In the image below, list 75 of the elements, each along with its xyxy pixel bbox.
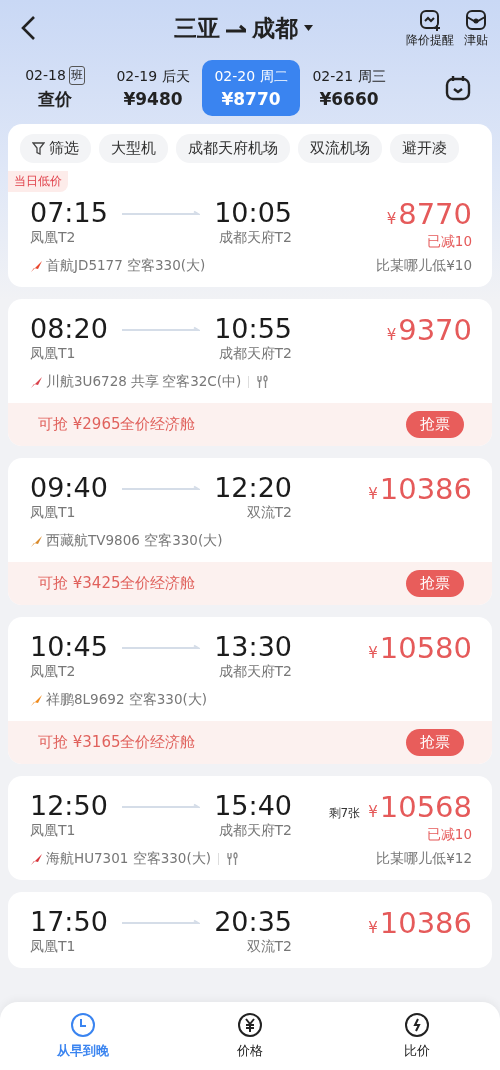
departure-time: 12:50 (30, 790, 108, 821)
departure-time: 08:20 (30, 313, 108, 344)
departure-terminal: 凤凰T2 (30, 663, 76, 681)
filter-chip[interactable]: 成都天府机场 (176, 134, 290, 163)
arrival-terminal: 双流T2 (246, 938, 292, 956)
arrival-terminal: 双流T2 (246, 504, 292, 522)
arrival-time: 12:20 (214, 472, 292, 503)
date-tab[interactable]: 02-20 周二 ¥8770 (202, 60, 300, 116)
filter-icon (32, 141, 45, 156)
header-action[interactable]: 津贴 (464, 7, 488, 49)
header-action[interactable]: 降价提醒 (406, 7, 454, 49)
arrival-time: 10:55 (214, 313, 292, 344)
arrival-terminal: 成都天府T2 (218, 229, 292, 247)
flight-price: ¥8770 (386, 197, 472, 231)
departure-terminal: 凤凰T1 (30, 504, 76, 522)
promo-text: 可抢 ¥3425全价经济舱 (38, 574, 196, 593)
departure-terminal: 凤凰T1 (30, 822, 76, 840)
arrival-terminal: 成都天府T2 (218, 822, 292, 840)
price-comparison: 比某哪儿低¥12 (376, 850, 472, 868)
zigzag-icon (403, 1012, 430, 1038)
departure-time: 09:40 (30, 472, 108, 503)
flight-info: 海航HU7301 空客330(大) (46, 850, 211, 868)
flight-card[interactable]: 08:20 10:55 凤凰T1 成都天府T2 川航3U6728 共享 空客32C(中) ¥9370 可抢 ¥2965全价经济舱 抢票 (8, 299, 492, 446)
departure-terminal: 凤凰T2 (30, 229, 76, 247)
flight-info: 首航JD5177 空客330(大) (46, 257, 206, 275)
flight-card[interactable]: 09:40 12:20 凤凰T1 双流T2 西藏航TV9806 空客330(大) ¥10386 可抢 ¥3425全价经济舱 抢票 (8, 458, 492, 605)
sort-tab[interactable]: 价格 (190, 1011, 310, 1061)
flight-card[interactable]: 17:50 20:35 凤凰T1 双流T2 ¥10386 (8, 892, 492, 968)
sort-tab[interactable]: 比价 (356, 1011, 477, 1061)
flight-price: ¥9370 (386, 313, 472, 347)
flight-info: 祥鹏8L9692 空客330(大) (46, 691, 208, 709)
flight-card[interactable]: 筛选 大型机 成都天府机场 双流机场 避开凌 当日低价 07:15 10:05 凤凰T2 成都天府T2 首航JD5177 空客330(大) ¥8770 已减10 比某哪儿低¥10 (8, 124, 492, 287)
arrival-time: 15:40 (214, 790, 292, 821)
price-chart-icon (418, 7, 442, 32)
seats-left: 剩7张 (328, 805, 361, 822)
arrival-time: 10:05 (214, 197, 292, 228)
departure-terminal: 凤凰T1 (30, 938, 76, 956)
arrival-time: 20:35 (214, 906, 292, 937)
flight-card[interactable]: 12:50 15:40 凤凰T1 成都天府T2 海航HU7301 空客330(大) 剩7张 ¥10568 已减10 比某哪儿低¥12 (8, 776, 492, 880)
filter-chip[interactable]: 筛选 (20, 134, 91, 163)
calendar-icon[interactable] (444, 74, 472, 102)
discount-label: 已减10 (426, 233, 472, 251)
arrival-terminal: 成都天府T2 (218, 663, 292, 681)
price-comparison: 比某哪儿低¥10 (376, 257, 472, 275)
flight-info: 西藏航TV9806 空客330(大) (46, 532, 223, 550)
dropdown-caret-icon[interactable] (303, 25, 313, 31)
departure-time: 10:45 (30, 631, 108, 662)
arrival-time: 13:30 (214, 631, 292, 662)
departure-time: 17:50 (30, 906, 108, 937)
date-tab[interactable]: 02-21 周三 ¥6660 (300, 60, 398, 116)
promo-text: 可抢 ¥2965全价经济舱 (38, 415, 196, 434)
departure-terminal: 凤凰T1 (30, 345, 76, 363)
aircraft-type: 空客32C(中) (162, 373, 242, 391)
flight-price: ¥10386 (368, 472, 472, 506)
promo-text: 可抢 ¥3165全价经济舱 (38, 733, 196, 752)
yuan-icon (237, 1012, 263, 1038)
filter-chip[interactable]: 大型机 (99, 134, 168, 163)
filter-chip[interactable]: 避开凌 (390, 134, 459, 163)
origin-city: 三亚 (173, 13, 220, 43)
low-price-tag: 当日低价 (8, 171, 68, 192)
wallet-icon (464, 7, 488, 32)
flight-card[interactable]: 10:45 13:30 凤凰T2 成都天府T2 祥鹏8L9692 空客330(大) ¥10580 可抢 ¥3165全价经济舱 抢票 (8, 617, 492, 764)
arrival-terminal: 成都天府T2 (218, 345, 292, 363)
sort-tab[interactable]: 从早到晚 (23, 1011, 144, 1061)
date-tab[interactable]: 02-19 后天 ¥9480 (104, 60, 202, 116)
departure-time: 07:15 (30, 197, 108, 228)
date-tab[interactable]: 02-18 班 查价 (6, 60, 104, 116)
clock-icon (70, 1012, 97, 1038)
discount-label: 已减10 (426, 826, 472, 844)
filter-chip[interactable]: 双流机场 (298, 134, 382, 163)
flight-price: ¥10580 (368, 631, 472, 665)
flight-price: ¥10386 (368, 906, 472, 940)
flight-info: 川航3U6728 共享 (46, 373, 160, 391)
flight-price: ¥10568 (368, 790, 472, 824)
destination-city: 成都 (251, 13, 298, 43)
